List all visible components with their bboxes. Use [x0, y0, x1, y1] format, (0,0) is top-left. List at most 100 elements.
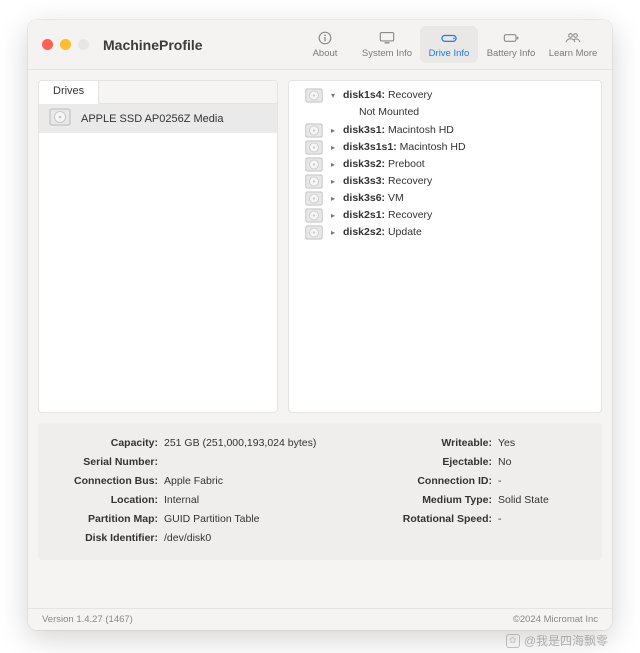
volume-name: disk1s4:: [343, 89, 385, 101]
tab-drives[interactable]: Drives: [39, 81, 99, 104]
detail-row: Disk Identifier: /dev/disk0: [38, 532, 358, 544]
drive-row[interactable]: APPLE SSD AP0256Z Media: [39, 104, 277, 133]
people-icon: [563, 30, 583, 46]
detail-label: Rotational Speed:: [388, 513, 492, 525]
drives-panel: Drives APPLE SSD AP0256Z Media: [38, 80, 278, 413]
volume-row[interactable]: ▸ disk3s6: VM: [293, 190, 597, 207]
volume-name: disk3s2:: [343, 158, 385, 170]
details-right: Writeable:YesEjectable:NoConnection ID:-…: [388, 437, 602, 544]
detail-label: Disk Identifier:: [38, 532, 158, 544]
volume-desc: Preboot: [388, 158, 425, 170]
detail-value: Solid State: [498, 494, 602, 506]
volume-desc: Update: [388, 226, 422, 238]
version-text: Version 1.4.27 (1467): [42, 614, 133, 625]
minimize-icon[interactable]: [60, 39, 71, 50]
footer: Version 1.4.27 (1467) ©2024 Micromat Inc: [28, 608, 612, 630]
detail-label: Partition Map:: [38, 513, 158, 525]
volume-status: Not Mounted: [359, 104, 597, 122]
chevron-right-icon[interactable]: ▸: [329, 123, 337, 138]
chevron-right-icon[interactable]: ▸: [329, 140, 337, 155]
volume-row[interactable]: ▾disk1s4: Recovery: [293, 87, 597, 104]
chevron-right-icon[interactable]: ▸: [329, 208, 337, 223]
battery-icon: [501, 30, 521, 46]
toolbar-drive-label: Drive Info: [429, 48, 470, 59]
hdd-icon: [305, 208, 323, 223]
toolbar-about[interactable]: About: [296, 26, 354, 63]
toolbar-battery[interactable]: Battery Info: [482, 26, 540, 63]
details-left: Capacity: 251 GB (251,000,193,024 bytes) S…: [38, 437, 358, 544]
detail-label: Capacity:: [38, 437, 158, 449]
detail-value: No: [498, 456, 602, 468]
detail-label: Ejectable:: [388, 456, 492, 468]
volume-desc: Macintosh HD: [400, 141, 466, 153]
detail-value: [164, 456, 358, 468]
detail-label: Serial Number:: [38, 456, 158, 468]
chevron-right-icon[interactable]: ▸: [329, 157, 337, 172]
zoom-icon[interactable]: [78, 39, 89, 50]
chevron-down-icon[interactable]: ▾: [329, 88, 337, 103]
detail-label: Medium Type:: [388, 494, 492, 506]
detail-row: Partition Map:GUID Partition Table: [38, 513, 358, 525]
paw-icon: ✿: [506, 634, 520, 648]
volume-name: disk2s2:: [343, 226, 385, 238]
detail-row: Rotational Speed:-: [388, 513, 602, 525]
volume-row[interactable]: ▸ disk2s2: Update: [293, 224, 597, 241]
detail-label: Connection Bus:: [38, 475, 158, 487]
toolbar-drive[interactable]: Drive Info: [420, 26, 478, 63]
titlebar: MachineProfile About System Info Drive I…: [28, 20, 612, 70]
volume-name: disk3s6:: [343, 192, 385, 204]
detail-label: Location:: [38, 494, 158, 506]
detail-value: /dev/disk0: [164, 532, 358, 544]
toolbar-learn-label: Learn More: [549, 48, 598, 59]
toolbar-system[interactable]: System Info: [358, 26, 416, 63]
details-panel: Capacity: 251 GB (251,000,193,024 bytes) S…: [38, 423, 602, 560]
volume-desc: Macintosh HD: [388, 124, 454, 136]
volume-row[interactable]: ▸ disk3s2: Preboot: [293, 156, 597, 173]
hdd-icon: [305, 123, 323, 138]
app-title: MachineProfile: [103, 37, 203, 53]
detail-value: Internal: [164, 494, 358, 506]
detail-label: Writeable:: [388, 437, 492, 449]
volume-name: disk3s3:: [343, 175, 385, 187]
volume-name: disk3s1s1:: [343, 141, 397, 153]
drive-icon: [439, 30, 459, 46]
hdd-icon: [305, 191, 323, 206]
detail-value: -: [498, 513, 602, 525]
hdd-icon: [49, 108, 71, 129]
volume-name: disk2s1:: [343, 209, 385, 221]
detail-value: 251 GB (251,000,193,024 bytes): [164, 437, 358, 449]
volume-row[interactable]: ▸ disk2s1: Recovery: [293, 207, 597, 224]
hdd-icon: [305, 157, 323, 172]
volume-desc: Recovery: [388, 209, 432, 221]
toolbar-about-label: About: [313, 48, 338, 59]
chevron-right-icon[interactable]: ▸: [329, 174, 337, 189]
chevron-right-icon[interactable]: ▸: [329, 225, 337, 240]
drives-list[interactable]: APPLE SSD AP0256Z Media: [39, 104, 277, 412]
chevron-right-icon[interactable]: ▸: [329, 191, 337, 206]
volume-row[interactable]: ▸disk3s1: Macintosh HD: [293, 122, 597, 139]
detail-row: Capacity: 251 GB (251,000,193,024 bytes): [38, 437, 358, 449]
toolbar-battery-label: Battery Info: [487, 48, 536, 59]
hdd-icon: [305, 140, 323, 155]
hdd-icon: [305, 225, 323, 240]
volume-desc: Recovery: [388, 175, 432, 187]
detail-row: Serial Number:: [38, 456, 358, 468]
volume-row[interactable]: ▸ disk3s3: Recovery: [293, 173, 597, 190]
close-icon[interactable]: [42, 39, 53, 50]
tab-row: Drives: [39, 81, 277, 104]
watermark-text: @我是四海飘零: [524, 632, 608, 649]
watermark: ✿ @我是四海飘零: [506, 632, 608, 649]
detail-row: Ejectable: No: [388, 456, 602, 468]
detail-row: Connection Bus:Apple Fabric: [38, 475, 358, 487]
window-controls: [42, 39, 89, 50]
toolbar-system-label: System Info: [362, 48, 412, 59]
hdd-icon: [305, 174, 323, 189]
copyright-text: ©2024 Micromat Inc: [513, 614, 598, 625]
hdd-icon: [305, 88, 323, 103]
detail-row: Location: Internal: [38, 494, 358, 506]
volume-desc: VM: [388, 192, 404, 204]
volume-row[interactable]: ▸ disk3s1s1: Macintosh HD: [293, 139, 597, 156]
detail-value: -: [498, 475, 602, 487]
detail-row: Connection ID:-: [388, 475, 602, 487]
toolbar-learn[interactable]: Learn More: [544, 26, 602, 63]
